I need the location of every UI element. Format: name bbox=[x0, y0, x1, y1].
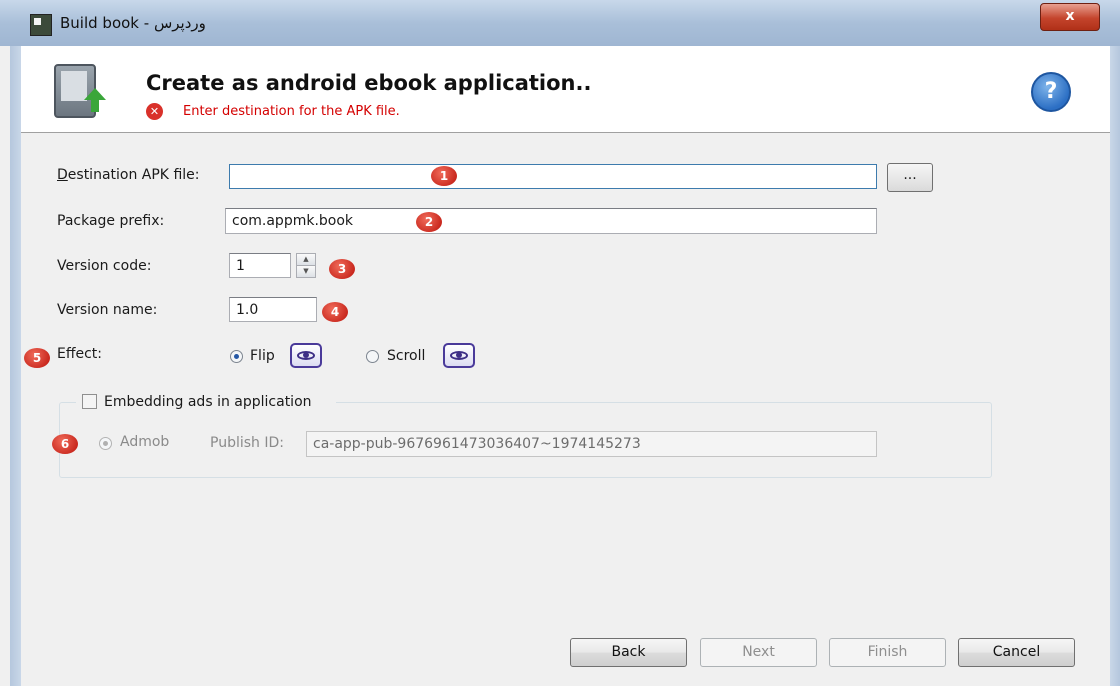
window-title: Build book - وردپرس bbox=[60, 14, 206, 32]
admob-radio[interactable] bbox=[99, 437, 112, 450]
version-name-input[interactable]: 1.0 bbox=[229, 297, 317, 322]
publish-id-input[interactable]: ca-app-pub-9676961473036407~1974145273 bbox=[306, 431, 877, 457]
flip-label: Flip bbox=[250, 348, 275, 364]
back-button[interactable]: Back bbox=[570, 638, 687, 667]
help-icon[interactable]: ? bbox=[1031, 72, 1071, 112]
page-title: Create as android ebook application.. bbox=[146, 71, 592, 95]
scroll-radio[interactable] bbox=[366, 350, 379, 363]
next-button[interactable]: Next bbox=[700, 638, 817, 667]
annotation-badge-1: 1 bbox=[431, 166, 457, 186]
version-code-stepper[interactable]: ▲ ▼ bbox=[296, 253, 316, 278]
annotation-badge-2: 2 bbox=[416, 212, 442, 232]
close-button[interactable]: x bbox=[1040, 3, 1100, 31]
annotation-badge-3: 3 bbox=[329, 259, 355, 279]
annotation-badge-4: 4 bbox=[322, 302, 348, 322]
scroll-preview-button[interactable] bbox=[443, 343, 475, 368]
window-frame-right bbox=[1110, 46, 1120, 686]
stepper-down-icon[interactable]: ▼ bbox=[297, 266, 315, 277]
error-message: Enter destination for the APK file. bbox=[183, 104, 400, 119]
title-bar: Build book - وردپرس x bbox=[0, 0, 1120, 46]
package-prefix-label: Package prefix: bbox=[57, 213, 165, 229]
package-prefix-input[interactable]: com.appmk.book bbox=[225, 208, 877, 234]
embed-ads-checkbox[interactable] bbox=[82, 394, 97, 409]
version-name-label: Version name: bbox=[57, 302, 158, 318]
annotation-badge-5: 5 bbox=[24, 348, 50, 368]
admob-label: Admob bbox=[120, 434, 170, 450]
destination-label-text: estination APK file: bbox=[67, 167, 200, 183]
destination-label: Destination APK file: bbox=[57, 167, 200, 183]
flip-preview-button[interactable] bbox=[290, 343, 322, 368]
finish-button[interactable]: Finish bbox=[829, 638, 946, 667]
version-code-input[interactable]: 1 bbox=[229, 253, 291, 278]
embed-ads-label: Embedding ads in application bbox=[104, 394, 312, 410]
annotation-badge-6: 6 bbox=[52, 434, 78, 454]
wizard-header: Create as android ebook application.. ✕ … bbox=[21, 46, 1110, 133]
scroll-label: Scroll bbox=[387, 348, 426, 364]
error-icon: ✕ bbox=[146, 103, 163, 120]
cancel-button[interactable]: Cancel bbox=[958, 638, 1075, 667]
browse-button[interactable]: ... bbox=[887, 163, 933, 192]
destination-apk-input[interactable] bbox=[229, 164, 877, 189]
app-icon bbox=[30, 14, 52, 36]
publish-id-label: Publish ID: bbox=[210, 435, 284, 451]
stepper-up-icon[interactable]: ▲ bbox=[297, 254, 315, 266]
flip-radio[interactable] bbox=[230, 350, 243, 363]
effect-label: Effect: bbox=[57, 346, 103, 362]
window-frame-left bbox=[10, 46, 21, 686]
android-device-icon bbox=[54, 64, 106, 118]
version-code-label: Version code: bbox=[57, 258, 152, 274]
